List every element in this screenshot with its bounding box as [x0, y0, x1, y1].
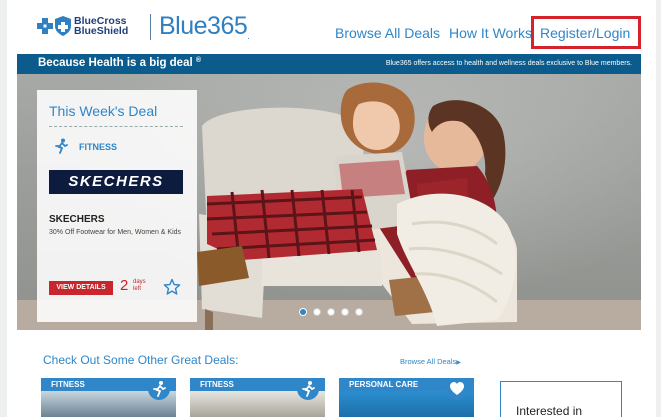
browse-all-deals-link[interactable]: Browse All Deals▶ — [400, 357, 461, 366]
skechers-logo: SKECHERS — [49, 170, 183, 194]
deal-card[interactable]: FITNESS — [41, 378, 176, 417]
hero-carousel[interactable]: This Week's Deal FITNESS SKECHERS SKECHE… — [17, 74, 641, 330]
site-header: BlueCross BlueShield Blue365. Browse All… — [7, 0, 656, 54]
view-details-button[interactable]: VIEW DETAILS — [49, 281, 113, 295]
carousel-dot-2[interactable] — [313, 308, 321, 316]
browser-viewport: BlueCross BlueShield Blue365. Browse All… — [7, 0, 656, 417]
deal-category: FITNESS — [79, 142, 118, 152]
nav-how-it-works[interactable]: How It Works — [449, 25, 532, 41]
org-name: BlueCross BlueShield — [74, 16, 129, 37]
deal-card[interactable]: PERSONAL CARE — [339, 378, 474, 417]
heart-icon — [446, 378, 468, 400]
weekly-deal-title: This Week's Deal — [49, 103, 158, 119]
deal-description: 30% Off Footwear for Men, Women & Kids — [49, 229, 182, 236]
tagline-bar: Because Health is a big deal ® Blue365 o… — [17, 54, 641, 74]
play-arrow-icon: ▶ — [456, 360, 461, 366]
deal-card[interactable]: FITNESS — [190, 378, 325, 417]
days-left-count: 2 — [120, 277, 129, 294]
panel-divider — [49, 126, 183, 127]
logo-divider — [150, 14, 151, 40]
carousel-dot-3[interactable] — [327, 308, 335, 316]
deal-card-category: FITNESS — [51, 380, 85, 389]
tagline: Because Health is a big deal ® — [38, 57, 202, 69]
interest-box[interactable]: Interested in — [500, 381, 622, 417]
deal-name: SKECHERS — [49, 214, 105, 225]
page: BlueCross BlueShield Blue365. Browse All… — [0, 0, 661, 417]
weekly-deal-panel: This Week's Deal FITNESS SKECHERS SKECHE… — [37, 90, 197, 322]
org-name-line2: BlueShield — [74, 25, 129, 37]
deal-card-category: FITNESS — [200, 380, 234, 389]
brand-logo[interactable]: Blue365. — [159, 12, 250, 41]
carousel-dot-1[interactable] — [299, 308, 307, 316]
tagline-description: Blue365 offers access to health and well… — [385, 60, 632, 67]
carousel-dot-4[interactable] — [341, 308, 349, 316]
blue-shield-icon — [55, 16, 71, 36]
runner-icon — [297, 378, 319, 400]
runner-icon — [148, 378, 170, 400]
tagline-mark: ® — [195, 57, 202, 64]
interest-box-text: Interested in — [516, 404, 583, 417]
register-login-highlight — [531, 16, 641, 49]
nav-browse-all-deals[interactable]: Browse All Deals — [335, 25, 440, 41]
other-deals-heading: Check Out Some Other Great Deals: — [43, 353, 239, 367]
blue-cross-icon — [37, 18, 53, 34]
brand-name: Blue365 — [159, 12, 248, 40]
star-icon[interactable] — [163, 278, 181, 296]
deal-card-category: PERSONAL CARE — [349, 380, 419, 389]
carousel-dot-5[interactable] — [355, 308, 363, 316]
runner-icon — [55, 138, 68, 154]
brand-mark: . — [247, 31, 250, 41]
days-left-label: days left — [133, 279, 146, 292]
